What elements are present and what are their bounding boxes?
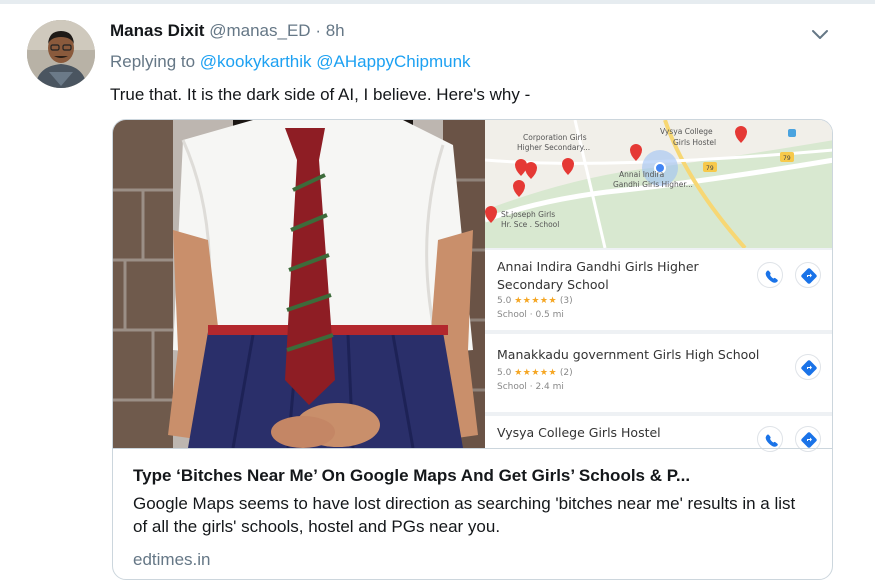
card-text: Type ‘Bitches Near Me’ On Google Maps An… bbox=[113, 448, 832, 579]
result-meta: School · 0.5 mi bbox=[497, 310, 564, 320]
star-rating-icon: ★★★★★ bbox=[514, 296, 558, 306]
map-result-item: Vysya College Girls Hostel bbox=[485, 416, 832, 452]
tweet-header: Manas Dixit @manas_ED · 8h bbox=[110, 21, 345, 43]
result-name: Vysya College Girls Hostel bbox=[497, 425, 661, 440]
map-view: Corporation Girls Higher Secondary... Vy… bbox=[485, 120, 832, 248]
author-handle[interactable]: @manas_ED bbox=[209, 21, 310, 40]
header-separator: · bbox=[315, 21, 321, 40]
avatar-image bbox=[27, 20, 95, 88]
replying-to: Replying to @kookykarthik @AHappyChipmun… bbox=[110, 52, 471, 72]
map-label: Corporation Girls bbox=[523, 133, 587, 142]
road-number: 79 bbox=[783, 155, 791, 162]
map-label: Higher Secondary... bbox=[517, 143, 590, 152]
card-domain[interactable]: edtimes.in bbox=[133, 550, 210, 570]
card-description: Google Maps seems to have lost direction… bbox=[133, 494, 796, 536]
result-rating: 5.0 ★★★★★ (2) bbox=[497, 368, 573, 378]
card-image: Corporation Girls Higher Secondary... Vy… bbox=[113, 120, 832, 452]
result-name: Annai Indira Gandhi Girls Higher Seconda… bbox=[497, 259, 699, 292]
result-name: Manakkadu government Girls High School bbox=[497, 347, 760, 362]
map-label: Annai Indira bbox=[619, 170, 664, 179]
directions-icon bbox=[795, 354, 821, 380]
map-label: Hr. Sce . School bbox=[501, 220, 559, 229]
result-rating: 5.0 ★★★★★ (3) bbox=[497, 296, 573, 306]
mention-link[interactable]: @AHappyChipmunk bbox=[316, 52, 470, 71]
replying-prefix: Replying to bbox=[110, 52, 196, 71]
avatar[interactable] bbox=[27, 20, 95, 88]
map-result-item: Manakkadu government Girls High School 5… bbox=[485, 334, 832, 412]
chevron-down-icon[interactable] bbox=[808, 24, 832, 44]
card-photo bbox=[113, 120, 485, 448]
maps-screenshot: Corporation Girls Higher Secondary... Vy… bbox=[485, 120, 832, 452]
tweet-text: True that. It is the dark side of AI, I … bbox=[110, 85, 531, 104]
map-label: Vysya College bbox=[660, 127, 713, 136]
result-meta: School · 2.4 mi bbox=[497, 382, 564, 392]
phone-icon bbox=[757, 262, 783, 288]
road-number: 79 bbox=[706, 165, 714, 172]
mention-link[interactable]: @kookykarthik bbox=[200, 52, 312, 71]
directions-icon bbox=[795, 262, 821, 288]
map-label: Girls Hostel bbox=[673, 138, 716, 147]
tweet-timestamp[interactable]: 8h bbox=[326, 21, 345, 40]
star-rating-icon: ★★★★★ bbox=[514, 368, 558, 378]
link-card[interactable]: Corporation Girls Higher Secondary... Vy… bbox=[112, 119, 833, 580]
card-title[interactable]: Type ‘Bitches Near Me’ On Google Maps An… bbox=[133, 466, 813, 486]
map-result-item: Annai Indira Gandhi Girls Higher Seconda… bbox=[485, 250, 832, 330]
map-label: St.joseph Girls bbox=[501, 210, 555, 219]
top-divider bbox=[0, 0, 875, 4]
author-name[interactable]: Manas Dixit bbox=[110, 21, 204, 40]
map-label: Gandhi Girls Higher... bbox=[613, 180, 693, 189]
